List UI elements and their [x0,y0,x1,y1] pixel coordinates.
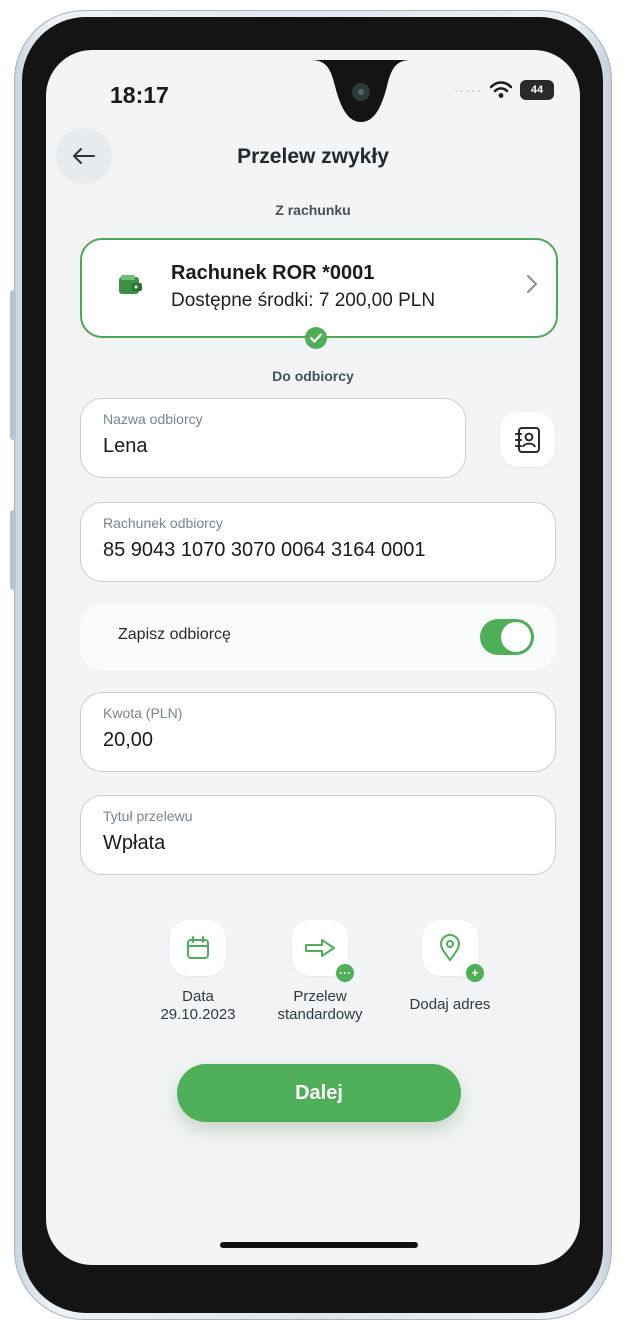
next-button[interactable]: Dalej [177,1064,461,1122]
amount-value: 20,00 [103,729,154,751]
side-button [10,290,16,440]
date-value: 29.10.2023 [160,1006,236,1023]
more-icon: ··· [336,964,354,982]
from-account-label: Z rachunku [275,202,351,218]
amount-field[interactable]: Kwota (PLN) 20,00 [80,692,556,772]
save-recipient-label: Zapisz odbiorcę [118,626,231,643]
home-indicator[interactable] [220,1242,418,1248]
signal-dots-icon: ····· [453,82,482,98]
source-account-selector[interactable]: Rachunek ROR *0001 Dostępne środki: 7 20… [80,238,558,338]
transfer-title-value: Wpłata [103,832,166,854]
recipient-account-label: Rachunek odbiorcy [103,515,223,531]
recipient-account-field[interactable]: Rachunek odbiorcy 85 9043 1070 3070 0064… [80,502,556,582]
save-recipient-toggle[interactable] [480,619,534,655]
contact-card-icon [514,426,540,453]
transfer-type-label: Przelew [293,988,347,1005]
account-name: Rachunek ROR *0001 [171,262,375,284]
battery-icon: 44 [520,80,554,100]
recipient-name-label: Nazwa odbiorcy [103,411,203,427]
add-address-icon-button[interactable]: + [422,920,484,982]
page-title: Przelew zwykły [237,145,389,168]
save-recipient-row: Zapisz odbiorcę [80,604,556,670]
recipient-name-value: Lena [103,435,148,457]
side-button [10,510,16,590]
calendar-icon [187,936,209,959]
transfer-type-value: standardowy [277,1006,363,1023]
date-icon-button[interactable] [170,920,226,976]
transfer-title-label: Tytuł przelewu [103,808,193,824]
check-icon [305,327,327,349]
add-address-label: Dodaj adres [409,996,491,1013]
recipient-name-field[interactable]: Nazwa odbiorcy Lena [80,398,466,478]
to-recipient-label: Do odbiorcy [272,368,354,384]
contacts-button[interactable] [500,412,555,467]
transfer-type-icon-button[interactable]: ··· [292,920,354,982]
status-icons: ····· 44 [454,80,554,100]
status-time: 18:17 [110,82,169,108]
date-label: Data [182,988,214,1005]
date-option[interactable]: Data 29.10.2023 [138,920,258,1024]
app-screen: 18:17 ····· 44 Przelew zwykły Z rachunku… [46,50,580,1265]
wifi-icon [490,81,512,98]
wallet-icon [119,275,142,294]
transfer-title-field[interactable]: Tytuł przelewu Wpłata [80,795,556,875]
toggle-knob [501,622,531,652]
camera-notch [311,60,411,122]
amount-label: Kwota (PLN) [103,705,183,721]
arrow-transfer-icon [305,939,335,957]
plus-icon: + [466,964,484,982]
add-address-option[interactable]: + Dodaj adres [390,920,510,1014]
available-balance: Dostępne środki: 7 200,00 PLN [171,290,436,311]
chevron-right-icon [527,275,537,293]
location-pin-icon [439,934,461,962]
recipient-account-value: 85 9043 1070 3070 0064 3164 0001 [103,539,426,561]
transfer-type-option[interactable]: ··· Przelew standardowy [260,920,380,1024]
